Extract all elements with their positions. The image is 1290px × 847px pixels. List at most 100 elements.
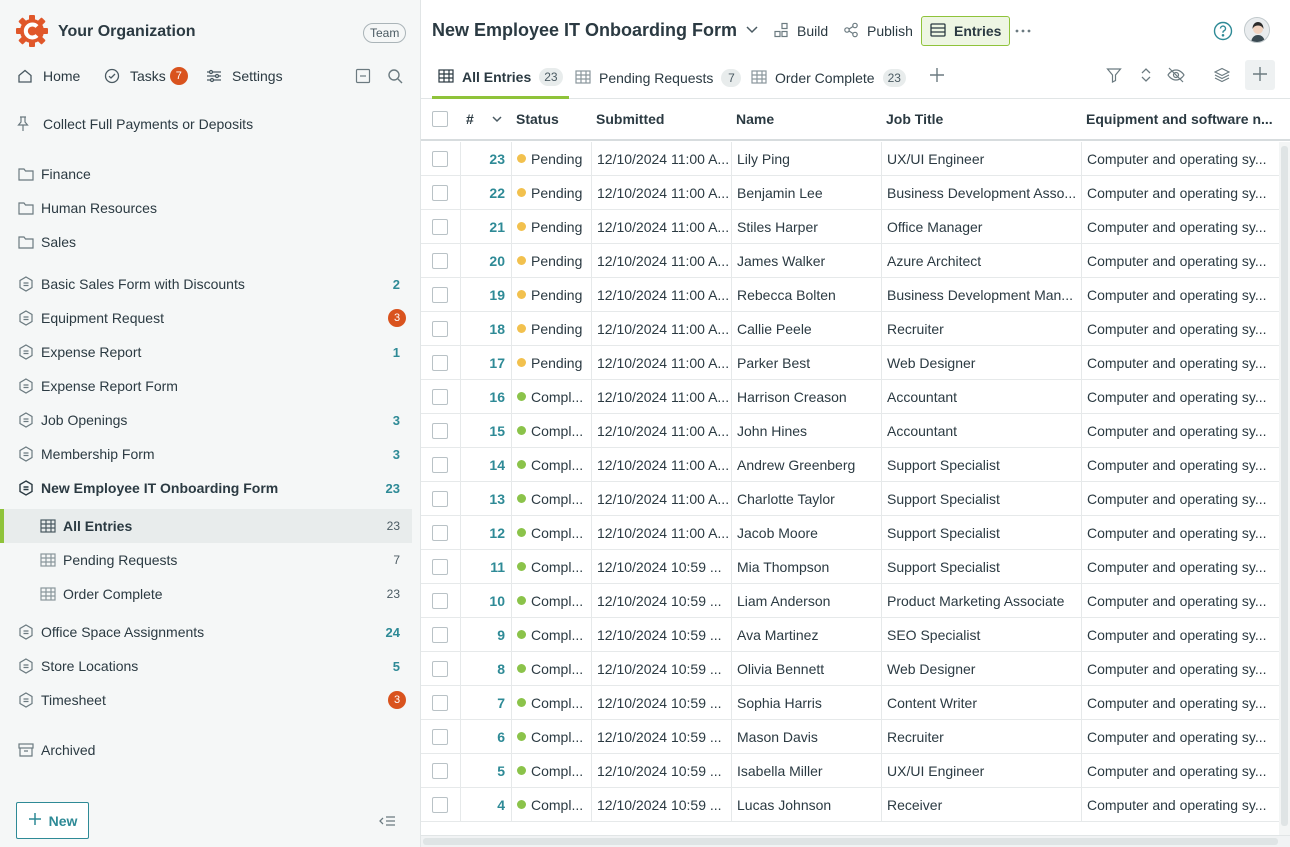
row-checkbox[interactable] bbox=[432, 456, 448, 473]
publish-button[interactable]: Publish bbox=[835, 16, 921, 46]
column-number[interactable]: # bbox=[466, 99, 474, 139]
entry-number[interactable]: 14 bbox=[460, 448, 511, 481]
entry-number[interactable]: 19 bbox=[460, 278, 511, 311]
nav-settings[interactable]: Settings bbox=[205, 64, 283, 88]
row-checkbox[interactable] bbox=[432, 388, 448, 405]
add-view-icon[interactable] bbox=[929, 67, 945, 86]
scrollbar-thumb[interactable] bbox=[423, 838, 1278, 845]
avatar[interactable] bbox=[1244, 17, 1270, 43]
row-checkbox[interactable] bbox=[432, 184, 448, 201]
row-checkbox[interactable] bbox=[432, 762, 448, 779]
build-button[interactable]: Build bbox=[765, 16, 836, 46]
new-button[interactable]: New bbox=[16, 802, 89, 839]
form-job-openings[interactable]: Job Openings 3 bbox=[0, 403, 412, 437]
table-row[interactable]: 8 Compl... 12/10/2024 10:59 ... Olivia B… bbox=[421, 652, 1279, 686]
scrollbar-thumb[interactable] bbox=[1281, 146, 1288, 826]
entry-number[interactable]: 12 bbox=[460, 516, 511, 549]
table-row[interactable]: 12 Compl... 12/10/2024 11:00 A... Jacob … bbox=[421, 516, 1279, 550]
table-row[interactable]: 14 Compl... 12/10/2024 11:00 A... Andrew… bbox=[421, 448, 1279, 482]
entry-number[interactable]: 13 bbox=[460, 482, 511, 515]
collapse-all-icon[interactable] bbox=[355, 68, 371, 87]
form-store-locations[interactable]: Store Locations 5 bbox=[0, 649, 412, 683]
form-it-onboarding[interactable]: New Employee IT Onboarding Form 23 bbox=[0, 471, 412, 505]
table-row[interactable]: 21 Pending 12/10/2024 11:00 A... Stiles … bbox=[421, 210, 1279, 244]
entry-number[interactable]: 18 bbox=[460, 312, 511, 345]
row-checkbox[interactable] bbox=[432, 354, 448, 371]
tab-all-entries[interactable]: All Entries 23 bbox=[432, 58, 569, 99]
entries-button[interactable]: Entries bbox=[921, 16, 1011, 46]
row-checkbox[interactable] bbox=[432, 524, 448, 541]
column-submitted[interactable]: Submitted bbox=[596, 99, 664, 139]
entry-number[interactable]: 16 bbox=[460, 380, 511, 413]
row-checkbox[interactable] bbox=[432, 320, 448, 337]
entry-number[interactable]: 9 bbox=[460, 618, 511, 651]
form-membership[interactable]: Membership Form 3 bbox=[0, 437, 412, 471]
form-expense-report-form[interactable]: Expense Report Form bbox=[0, 369, 412, 403]
horizontal-scrollbar[interactable] bbox=[421, 835, 1290, 847]
archived-item[interactable]: Archived bbox=[0, 733, 412, 767]
collapse-sidebar-icon[interactable] bbox=[378, 814, 396, 831]
column-equipment[interactable]: Equipment and software n... bbox=[1086, 99, 1273, 139]
row-checkbox[interactable] bbox=[432, 796, 448, 813]
table-row[interactable]: 20 Pending 12/10/2024 11:00 A... James W… bbox=[421, 244, 1279, 278]
org-header[interactable]: Your Organization bbox=[16, 14, 195, 48]
entry-number[interactable]: 10 bbox=[460, 584, 511, 617]
vertical-scrollbar[interactable] bbox=[1279, 142, 1290, 835]
entry-number[interactable]: 21 bbox=[460, 210, 511, 243]
table-row[interactable]: 9 Compl... 12/10/2024 10:59 ... Ava Mart… bbox=[421, 618, 1279, 652]
row-checkbox[interactable] bbox=[432, 422, 448, 439]
table-row[interactable]: 7 Compl... 12/10/2024 10:59 ... Sophia H… bbox=[421, 686, 1279, 720]
row-checkbox[interactable] bbox=[432, 626, 448, 643]
entry-number[interactable]: 23 bbox=[460, 142, 511, 175]
row-checkbox[interactable] bbox=[432, 490, 448, 507]
entry-number[interactable]: 6 bbox=[460, 720, 511, 753]
entry-number[interactable]: 17 bbox=[460, 346, 511, 379]
entry-number[interactable]: 4 bbox=[460, 788, 511, 821]
tab-order-complete[interactable]: Order Complete 23 bbox=[745, 58, 912, 98]
tab-pending-requests[interactable]: Pending Requests 7 bbox=[569, 58, 747, 98]
help-icon[interactable] bbox=[1213, 21, 1233, 44]
folder-human-resources[interactable]: Human Resources bbox=[0, 191, 412, 225]
row-checkbox[interactable] bbox=[432, 558, 448, 575]
layers-icon[interactable] bbox=[1213, 66, 1231, 84]
entry-number[interactable]: 20 bbox=[460, 244, 511, 277]
form-expense-report[interactable]: Expense Report 1 bbox=[0, 335, 412, 369]
form-office-space[interactable]: Office Space Assignments 24 bbox=[0, 615, 412, 649]
row-checkbox[interactable] bbox=[432, 592, 448, 609]
table-row[interactable]: 23 Pending 12/10/2024 11:00 A... Lily Pi… bbox=[421, 142, 1279, 176]
form-timesheet[interactable]: Timesheet 3 bbox=[0, 683, 412, 717]
view-all-entries[interactable]: All Entries 23 bbox=[0, 509, 412, 543]
row-checkbox[interactable] bbox=[432, 150, 448, 167]
entry-number[interactable]: 22 bbox=[460, 176, 511, 209]
entry-number[interactable]: 5 bbox=[460, 754, 511, 787]
view-order-complete[interactable]: Order Complete 23 bbox=[0, 577, 412, 611]
search-icon[interactable] bbox=[387, 68, 403, 87]
entry-number[interactable]: 8 bbox=[460, 652, 511, 685]
nav-tasks[interactable]: Tasks 7 bbox=[103, 64, 188, 88]
entry-number[interactable]: 7 bbox=[460, 686, 511, 719]
entry-number[interactable]: 11 bbox=[460, 550, 511, 583]
folder-finance[interactable]: Finance bbox=[0, 157, 412, 191]
nav-home[interactable]: Home bbox=[16, 64, 80, 88]
row-checkbox[interactable] bbox=[432, 252, 448, 269]
table-row[interactable]: 15 Compl... 12/10/2024 11:00 A... John H… bbox=[421, 414, 1279, 448]
table-row[interactable]: 17 Pending 12/10/2024 11:00 A... Parker … bbox=[421, 346, 1279, 380]
table-row[interactable]: 22 Pending 12/10/2024 11:00 A... Benjami… bbox=[421, 176, 1279, 210]
row-checkbox[interactable] bbox=[432, 694, 448, 711]
table-row[interactable]: 5 Compl... 12/10/2024 10:59 ... Isabella… bbox=[421, 754, 1279, 788]
column-status[interactable]: Status bbox=[516, 99, 559, 139]
sort-icon[interactable] bbox=[1137, 66, 1155, 84]
hide-fields-icon[interactable] bbox=[1167, 66, 1185, 84]
row-checkbox[interactable] bbox=[432, 286, 448, 303]
row-checkbox[interactable] bbox=[432, 218, 448, 235]
more-icon[interactable] bbox=[1014, 22, 1032, 43]
select-all-checkbox[interactable] bbox=[432, 99, 448, 139]
add-column-button[interactable] bbox=[1245, 60, 1275, 90]
table-row[interactable]: 10 Compl... 12/10/2024 10:59 ... Liam An… bbox=[421, 584, 1279, 618]
row-checkbox[interactable] bbox=[432, 660, 448, 677]
column-job-title[interactable]: Job Title bbox=[886, 99, 943, 139]
table-row[interactable]: 18 Pending 12/10/2024 11:00 A... Callie … bbox=[421, 312, 1279, 346]
table-row[interactable]: 19 Pending 12/10/2024 11:00 A... Rebecca… bbox=[421, 278, 1279, 312]
column-name[interactable]: Name bbox=[736, 99, 774, 139]
entry-number[interactable]: 15 bbox=[460, 414, 511, 447]
